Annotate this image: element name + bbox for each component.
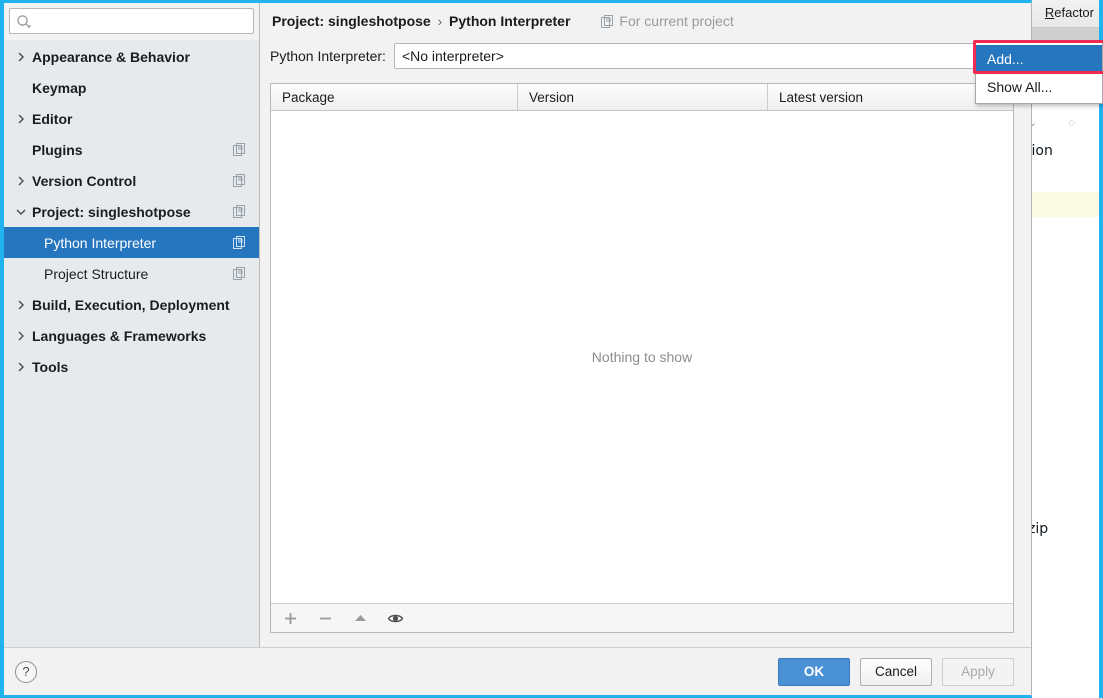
packages-table-header: Package Version Latest version <box>271 84 1013 111</box>
sidebar-item-label: Tools <box>32 358 69 375</box>
sidebar-item-label: Keymap <box>32 79 87 96</box>
sidebar-item-project-structure[interactable]: Project Structure <box>4 258 259 289</box>
sidebar-item-keymap[interactable]: Keymap <box>4 72 259 103</box>
apply-button: Apply <box>942 657 1014 686</box>
ide-right-edge-accent <box>1099 0 1103 698</box>
chevron-right-icon[interactable] <box>14 298 28 312</box>
ide-tool-window-icons: ⌄ ◌ <box>1028 117 1089 129</box>
breadcrumb: Project: singleshotpose › Python Interpr… <box>270 3 1014 39</box>
sidebar-item-label: Project Structure <box>44 265 149 282</box>
sidebar-item-appearance-behavior[interactable]: Appearance & Behavior <box>4 41 259 72</box>
dialog-body: Appearance & Behavior Keymap Editor Plugins… <box>4 3 1031 647</box>
settings-dialog: Appearance & Behavior Keymap Editor Plugins… <box>0 0 1032 698</box>
project-scope-icon <box>233 143 246 156</box>
menu-item-show-all[interactable]: Show All... <box>976 73 1102 101</box>
sidebar-item-version-control[interactable]: Version Control <box>4 165 259 196</box>
sidebar-item-languages-frameworks[interactable]: Languages & Frameworks <box>4 320 259 351</box>
empty-state-message: Nothing to show <box>591 349 693 365</box>
settings-main-panel: Project: singleshotpose › Python Interpr… <box>260 3 1031 647</box>
sidebar-item-label: Appearance & Behavior <box>32 48 190 65</box>
settings-sidebar: Appearance & Behavior Keymap Editor Plugins… <box>4 3 260 647</box>
for-current-project-icon <box>601 14 614 28</box>
interpreter-row: Python Interpreter: <No interpreter> <box>270 39 1014 73</box>
settings-category-tree: Appearance & Behavior Keymap Editor Plugins… <box>4 40 259 647</box>
show-early-releases-icon[interactable] <box>387 610 404 627</box>
packages-table-body: Nothing to show <box>271 111 1013 603</box>
breadcrumb-page: Python Interpreter <box>449 13 571 29</box>
project-scope-icon <box>233 267 246 280</box>
sidebar-item-tools[interactable]: Tools <box>4 351 259 382</box>
chevron-right-icon[interactable] <box>14 174 28 188</box>
cancel-button[interactable]: Cancel <box>859 657 932 686</box>
breadcrumb-separator-icon: › <box>437 13 443 29</box>
sidebar-item-label: Build, Execution, Deployment <box>32 296 230 313</box>
sidebar-search-wrap <box>4 3 259 40</box>
chevron-down-icon[interactable] <box>14 205 28 219</box>
menu-refactor[interactable]: Refactor <box>1041 3 1098 22</box>
sidebar-item-label: Project: singleshotpose <box>32 203 191 220</box>
search-box[interactable] <box>9 8 254 34</box>
chevron-right-icon[interactable] <box>14 329 28 343</box>
interpreter-label: Python Interpreter: <box>270 48 386 64</box>
sidebar-item-label: Languages & Frameworks <box>32 327 207 344</box>
sidebar-item-python-interpreter[interactable]: Python Interpreter <box>4 227 259 258</box>
scope-indicator: For current project <box>601 13 734 29</box>
interpreter-dropdown-menu: Add... Show All... <box>975 42 1103 104</box>
search-input[interactable] <box>10 9 253 33</box>
interpreter-combobox[interactable]: <No interpreter> <box>393 43 1014 69</box>
add-icon[interactable] <box>282 610 299 627</box>
sidebar-item-label: Editor <box>32 110 73 127</box>
sidebar-item-build-execution-deployment[interactable]: Build, Execution, Deployment <box>4 289 259 320</box>
sidebar-item-label: Plugins <box>32 141 83 158</box>
sidebar-item-plugins[interactable]: Plugins <box>4 134 259 165</box>
upgrade-icon[interactable] <box>352 610 369 627</box>
packages-panel: Package Version Latest version Nothing t… <box>270 83 1014 633</box>
chevron-right-icon[interactable] <box>14 360 28 374</box>
sidebar-item-project-singleshotpose[interactable]: Project: singleshotpose <box>4 196 259 227</box>
help-button[interactable]: ? <box>15 660 37 683</box>
breadcrumb-project[interactable]: Project: singleshotpose <box>272 13 431 29</box>
ok-button[interactable]: OK <box>777 657 850 686</box>
sidebar-item-label: Python Interpreter <box>44 234 157 251</box>
packages-toolbar <box>271 603 1013 632</box>
project-scope-icon <box>233 205 246 218</box>
column-header-package[interactable]: Package <box>271 84 517 110</box>
column-header-version[interactable]: Version <box>517 84 767 110</box>
sidebar-item-label: Version Control <box>32 172 137 189</box>
chevron-right-icon[interactable] <box>14 50 28 64</box>
project-scope-icon <box>233 236 246 249</box>
sidebar-item-editor[interactable]: Editor <box>4 103 259 134</box>
project-scope-icon <box>233 174 246 187</box>
chevron-right-icon[interactable] <box>14 112 28 126</box>
scope-label: For current project <box>619 13 734 29</box>
remove-icon[interactable] <box>317 610 334 627</box>
interpreter-value: <No interpreter> <box>401 48 504 64</box>
dialog-footer: ? OK Cancel Apply <box>4 647 1031 695</box>
menu-item-add[interactable]: Add... <box>976 45 1102 73</box>
